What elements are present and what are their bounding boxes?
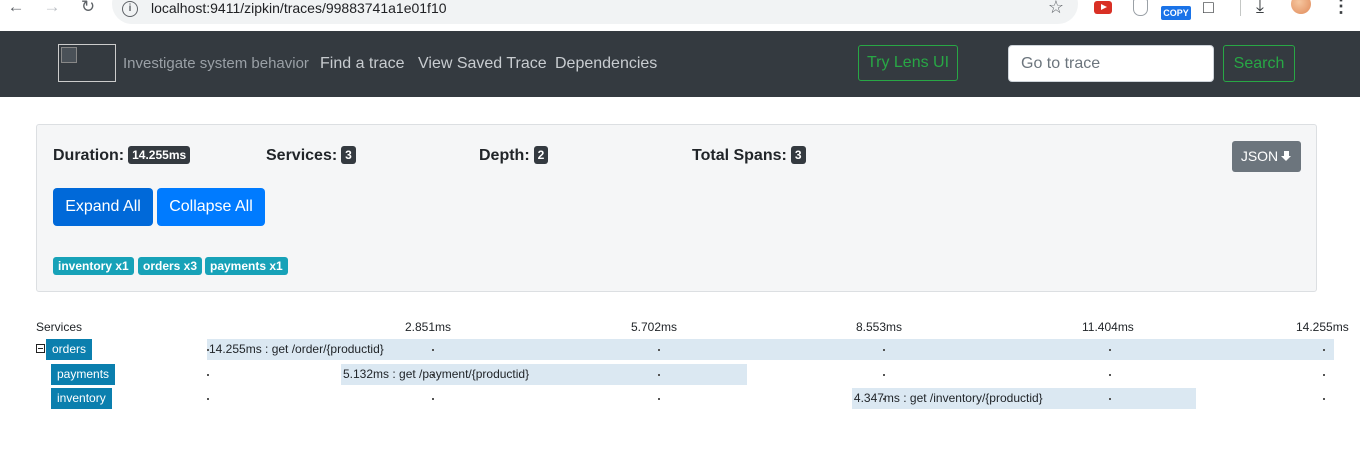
timeline-gridline-dot xyxy=(1109,398,1111,400)
duration-stat: Duration: 14.255ms xyxy=(53,146,191,165)
timeline-gridline-dot xyxy=(1323,398,1325,400)
total-spans-badge: 3 xyxy=(790,146,806,164)
timeline-tick: 14.255ms xyxy=(1296,320,1349,334)
timeline-gridline-dot xyxy=(658,374,660,376)
download-icon xyxy=(1281,151,1292,162)
service-badge-inventory[interactable]: inventory x1 xyxy=(53,257,134,275)
toolbar-divider xyxy=(1240,0,1241,16)
timeline-tick: 11.404ms xyxy=(1082,320,1134,334)
go-to-trace-input[interactable] xyxy=(1008,45,1214,82)
total-spans-label: Total Spans: xyxy=(692,147,787,164)
services-badge: 3 xyxy=(341,146,356,164)
span-service-name[interactable]: payments xyxy=(51,364,116,385)
depth-badge: 2 xyxy=(533,146,549,164)
timeline-gridline-dot xyxy=(1323,374,1325,376)
json-download-button[interactable]: JSON xyxy=(1232,141,1301,172)
navbar-tagline: Investigate system behavior xyxy=(123,55,309,72)
download-icon[interactable]: ⤓ xyxy=(1256,0,1264,17)
service-badge-payments[interactable]: payments x1 xyxy=(205,257,288,275)
profile-avatar[interactable] xyxy=(1291,0,1311,14)
span-label: 5.132ms : get /payment/{productid} xyxy=(343,367,530,381)
timeline-gridline-dot xyxy=(1109,349,1111,351)
timeline-gridline-dot xyxy=(1109,374,1111,376)
zipkin-logo[interactable] xyxy=(58,44,116,82)
collapse-toggle-icon[interactable] xyxy=(36,344,45,353)
timeline-gridline-dot xyxy=(207,374,209,376)
duration-badge: 14.255ms xyxy=(128,146,191,164)
services-label: Services: xyxy=(266,147,338,164)
json-button-label: JSON xyxy=(1240,148,1279,164)
timeline-gridline-dot xyxy=(432,349,434,351)
span-label: 14.255ms : get /order/{productid} xyxy=(209,342,384,356)
nav-dependencies[interactable]: Dependencies xyxy=(555,55,657,73)
nav-find-trace[interactable]: Find a trace xyxy=(320,55,404,73)
search-button[interactable]: Search xyxy=(1223,45,1295,82)
url-text[interactable]: localhost:9411/zipkin/traces/99883741a1e… xyxy=(151,0,447,16)
timeline-gridline-dot xyxy=(883,349,885,351)
timeline-gridline-dot xyxy=(658,398,660,400)
timeline-gridline-dot xyxy=(1323,349,1325,351)
timeline-tick: 2.851ms xyxy=(405,320,452,334)
shield-extension-icon[interactable] xyxy=(1133,0,1148,16)
youtube-extension-icon[interactable] xyxy=(1094,1,1112,14)
span-label: 4.347ms : get /inventory/{productid} xyxy=(853,391,1043,405)
total-spans-stat: Total Spans: 3 xyxy=(692,146,806,165)
duration-label: Duration: xyxy=(53,147,125,164)
expand-all-button[interactable]: Expand All xyxy=(53,188,153,226)
services-stat: Services: 3 xyxy=(266,146,356,165)
timeline-gridline-dot xyxy=(883,374,885,376)
browser-toolbar: ← → ↻ i localhost:9411/zipkin/traces/998… xyxy=(0,0,1360,31)
timeline-tick: 8.553ms xyxy=(856,320,903,334)
extensions-puzzle-icon[interactable]: □ xyxy=(1203,0,1214,18)
span-service-name[interactable]: orders xyxy=(46,339,93,360)
collapse-all-button[interactable]: Collapse All xyxy=(157,188,265,226)
timeline-tick: 5.702ms xyxy=(631,320,678,334)
address-bar[interactable]: i localhost:9411/zipkin/traces/99883741a… xyxy=(112,0,1078,24)
more-menu-icon[interactable]: ⋮ xyxy=(1332,0,1350,17)
depth-label: Depth: xyxy=(479,147,530,164)
services-column-header: Services xyxy=(36,320,83,334)
trace-summary-card: Duration: 14.255ms Services: 3 Depth: 2 Tot… xyxy=(36,124,1317,292)
forward-icon[interactable]: → xyxy=(41,0,63,20)
reload-icon[interactable]: ↻ xyxy=(77,0,99,20)
back-icon[interactable]: ← xyxy=(5,0,27,20)
zipkin-navbar: Investigate system behavior Find a trace… xyxy=(0,31,1360,97)
bookmark-star-icon[interactable]: ☆ xyxy=(1048,0,1064,18)
depth-stat: Depth: 2 xyxy=(479,146,549,165)
nav-view-saved-trace[interactable]: View Saved Trace xyxy=(418,55,547,73)
timeline-gridline-dot xyxy=(658,349,660,351)
copy-extension-icon[interactable]: COPY xyxy=(1161,6,1191,20)
service-badge-orders[interactable]: orders x3 xyxy=(138,257,203,275)
timeline-gridline-dot xyxy=(207,398,209,400)
try-lens-ui-button[interactable]: Try Lens UI xyxy=(858,45,958,81)
span-service-name[interactable]: inventory xyxy=(51,388,112,409)
timeline-header: Services 2.851ms 5.702ms 8.553ms 11.404m… xyxy=(0,318,1360,338)
timeline-gridline-dot xyxy=(432,398,434,400)
site-info-icon[interactable]: i xyxy=(122,1,138,17)
